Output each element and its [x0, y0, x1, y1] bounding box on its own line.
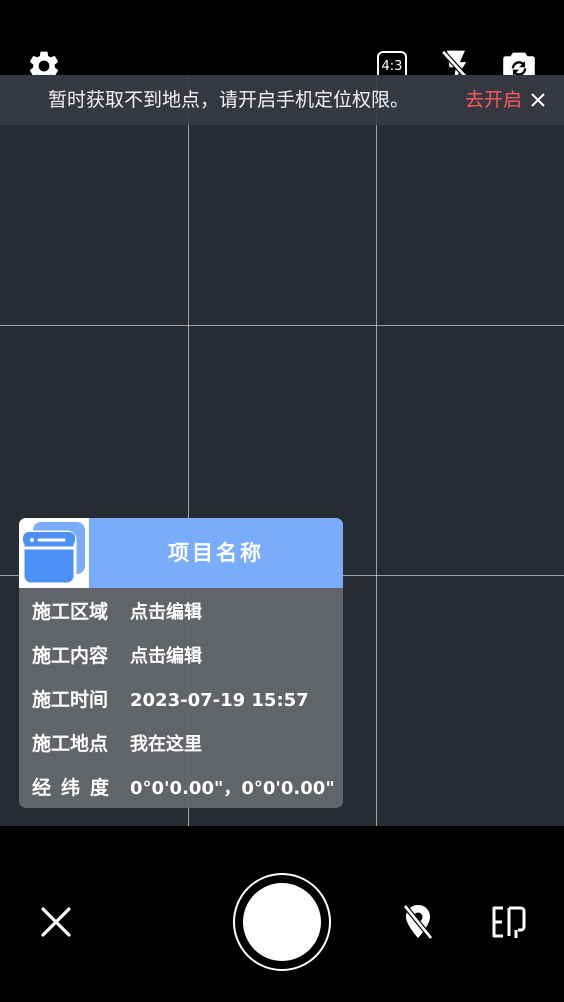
watermark-icon[interactable]: [490, 904, 528, 940]
field-value: 0°0'0.00"，0°0'0.00": [130, 778, 335, 799]
grid-line-vertical: [376, 75, 377, 826]
watermark-field-area[interactable]: 施工区域 点击编辑: [32, 597, 342, 627]
viewfinder[interactable]: 暂时获取不到地点，请开启手机定位权限。 去开启 项目名称 施工区域 点击编辑 施…: [0, 75, 564, 826]
watermark-field-location[interactable]: 施工地点 我在这里: [32, 729, 342, 759]
watermark-header: 项目名称: [19, 518, 343, 588]
grid-line-horizontal: [0, 325, 564, 326]
field-label: 经纬度: [32, 777, 120, 799]
camera-screen: 4:3 暂时获取不到地点，请开启手机定位权限。 去开启 项目名称 施工区域 点击…: [0, 0, 564, 1002]
field-value: 2023-07-19 15:57: [130, 690, 309, 711]
bottom-bar: [0, 826, 564, 1002]
close-icon[interactable]: [530, 92, 546, 108]
watermark-logo: [19, 518, 89, 588]
field-value: 点击编辑: [130, 646, 202, 667]
watermark-field-coordinates[interactable]: 经纬度 0°0'0.00"，0°0'0.00": [32, 773, 342, 803]
shutter-inner: [243, 883, 321, 961]
top-bar: 4:3: [0, 0, 564, 83]
field-label: 施工时间: [32, 689, 109, 711]
field-label: 施工内容: [32, 645, 109, 667]
field-value: 我在这里: [130, 734, 202, 755]
banner-message: 暂时获取不到地点，请开启手机定位权限。: [48, 89, 410, 111]
enable-location-link[interactable]: 去开启: [465, 87, 522, 113]
field-label: 施工地点: [32, 733, 109, 755]
watermark-title: 项目名称: [168, 541, 264, 565]
watermark-card[interactable]: 项目名称 施工区域 点击编辑 施工内容 点击编辑 施工时间 2023-07-19 15…: [19, 518, 343, 808]
location-off-icon[interactable]: [400, 902, 436, 942]
watermark-field-content[interactable]: 施工内容 点击编辑: [32, 641, 342, 671]
close-icon[interactable]: [38, 904, 74, 940]
watermark-field-time[interactable]: 施工时间 2023-07-19 15:57: [32, 685, 342, 715]
window-icon: [21, 522, 85, 586]
field-label: 施工区域: [32, 601, 109, 623]
field-value: 点击编辑: [130, 602, 202, 623]
location-permission-banner: 暂时获取不到地点，请开启手机定位权限。 去开启: [0, 75, 564, 125]
shutter-button[interactable]: [233, 873, 331, 971]
